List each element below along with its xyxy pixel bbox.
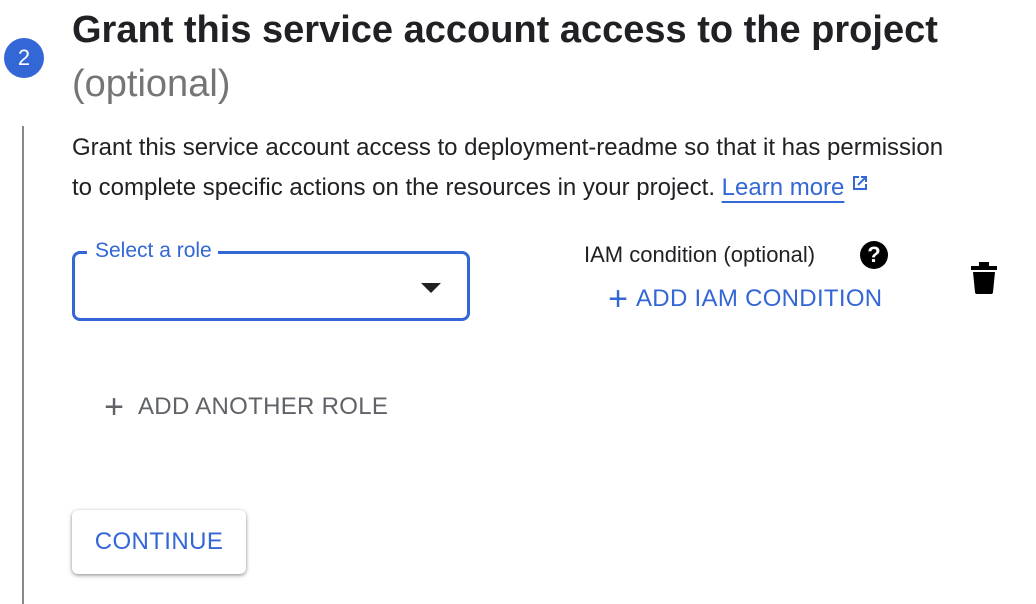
iam-condition-label: IAM condition (optional) [584,242,816,267]
step-number-badge: 2 [4,38,44,78]
select-role-dropdown[interactable]: Select a role [72,237,470,321]
dropdown-arrow-icon [421,283,441,293]
continue-button[interactable]: CONTINUE [72,510,246,574]
grant-access-step: 2 Grant this service account access to t… [0,0,1036,604]
step-title: Grant this service account access to the… [72,9,938,51]
external-link-icon [850,166,870,206]
add-iam-condition-label: ADD IAM CONDITION [636,285,883,312]
add-iam-condition-button[interactable]: + ADD IAM CONDITION [604,280,883,318]
step-subtitle: (optional) [72,63,231,105]
step-connector-line [22,126,24,604]
help-icon[interactable]: ? [860,241,888,269]
add-another-role-button[interactable]: + ADD ANOTHER ROLE [100,388,389,426]
add-another-role-label: ADD ANOTHER ROLE [138,393,389,420]
description-line-2-text: to complete specific actions on the reso… [72,174,715,201]
description-line-2: to complete specific actions on the reso… [72,168,1032,208]
plus-icon: + [104,388,124,426]
plus-icon: + [608,280,628,318]
step-description: Grant this service account access to dep… [72,128,1032,208]
description-line-1: Grant this service account access to dep… [72,134,944,161]
learn-more-link[interactable]: Learn more [722,174,845,201]
trash-icon[interactable] [970,262,998,294]
select-role-label: Select a role [87,237,218,265]
